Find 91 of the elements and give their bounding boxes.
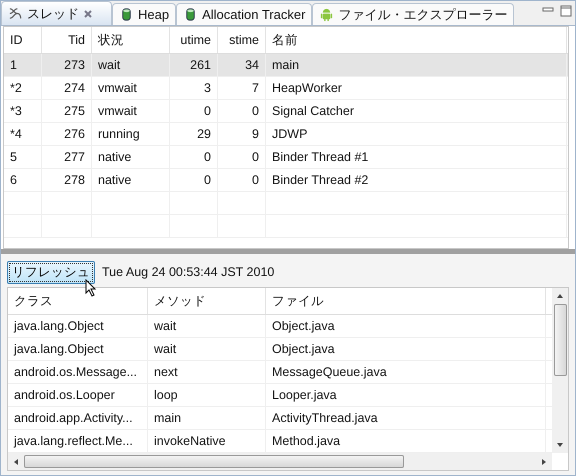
table-cell: 261	[190, 58, 211, 72]
table-cell: HeapWorker	[272, 81, 342, 95]
table-cell: 275	[64, 104, 85, 118]
table-cell: native	[98, 150, 132, 164]
table-cell: 0	[204, 104, 211, 118]
table-cell: main	[154, 411, 182, 425]
table-cell: Binder Thread #1	[272, 150, 368, 164]
column-header[interactable]: stime	[218, 27, 266, 53]
vertical-scrollbar[interactable]	[552, 288, 568, 453]
scroll-down-icon[interactable]	[556, 441, 564, 449]
table-cell: java.lang.Object	[14, 319, 104, 333]
table-cell: vmwait	[98, 104, 137, 118]
tab-label: Heap	[138, 7, 170, 22]
timestamp: Tue Aug 24 00:53:44 JST 2010	[102, 265, 274, 279]
maximize-icon[interactable]	[560, 5, 572, 17]
table-cell: 6	[10, 173, 17, 187]
table-cell: ActivityThread.java	[272, 411, 378, 425]
threads-icon	[8, 6, 23, 21]
table-cell: Binder Thread #2	[272, 173, 368, 187]
scroll-thumb[interactable]	[24, 455, 404, 468]
column-header[interactable]: クラス	[8, 288, 148, 314]
table-cell: wait	[154, 319, 176, 333]
table-cell: Method.java	[272, 434, 340, 448]
table-cell: wait	[154, 342, 176, 356]
table-cell: Looper.java	[272, 388, 337, 402]
scroll-up-icon[interactable]	[556, 292, 564, 300]
table-cell: 276	[64, 127, 85, 141]
column-header[interactable]: 名前	[266, 27, 567, 53]
tab[interactable]: ファイル・エクスプローラー	[312, 3, 514, 25]
scroll-left-icon[interactable]	[12, 458, 20, 466]
column-header[interactable]: ID	[4, 27, 42, 53]
refresh-button[interactable]: リフレッシュ	[7, 260, 95, 284]
scroll-thumb[interactable]	[554, 304, 566, 376]
table-cell: Object.java	[272, 319, 335, 333]
table-cell: wait	[98, 58, 120, 72]
table-cell: running	[98, 127, 140, 141]
table-cell: Signal Catcher	[272, 104, 354, 118]
table-cell: *4	[10, 127, 22, 141]
thread-row[interactable]: 6 278 native 0 0 Binder Thread #2	[4, 169, 568, 192]
table-cell: JDWP	[272, 127, 308, 141]
thread-row[interactable]: *2 274 vmwait 3 7 HeapWorker	[4, 77, 568, 100]
column-header[interactable]: メソッド	[148, 288, 266, 314]
table-cell: android.app.Activity...	[14, 411, 133, 425]
tab-label: Allocation Tracker	[202, 7, 306, 22]
table-cell: main	[272, 58, 300, 72]
table-cell: 277	[64, 150, 85, 164]
table-cell: next	[154, 365, 178, 379]
table-cell: java.lang.Object	[14, 342, 104, 356]
table-cell: 0	[204, 173, 211, 187]
table-cell: Object.java	[272, 342, 335, 356]
column-header[interactable]: Tid	[42, 27, 92, 53]
table-cell: 278	[64, 173, 85, 187]
table-cell: *3	[10, 104, 22, 118]
table-cell: 3	[204, 81, 211, 95]
column-header[interactable]: utime	[170, 27, 218, 53]
column-header[interactable]: ファイル	[266, 288, 546, 314]
table-cell: 274	[64, 81, 85, 95]
table-cell: 273	[64, 58, 85, 72]
thread-row[interactable]: 5 277 native 0 0 Binder Thread #1	[4, 146, 568, 169]
table-cell: android.os.Message...	[14, 365, 137, 379]
scroll-right-icon[interactable]	[540, 458, 548, 466]
table-cell: android.os.Looper	[14, 388, 115, 402]
thread-row[interactable]: *4 276 running 29 9 JDWP	[4, 123, 568, 146]
android-icon	[319, 7, 334, 22]
table-cell: 0	[252, 104, 259, 118]
thread-row[interactable]: *3 275 vmwait 0 0 Signal Catcher	[4, 100, 568, 123]
table-cell: 1	[10, 58, 17, 72]
column-header[interactable]: 状況	[92, 27, 170, 53]
table-cell: 0	[204, 150, 211, 164]
tab[interactable]: スレッド	[1, 1, 112, 25]
table-cell: native	[98, 173, 132, 187]
table-cell: 29	[197, 127, 211, 141]
horizontal-scrollbar[interactable]	[8, 453, 552, 470]
table-cell: 0	[252, 173, 259, 187]
table-cell: MessageQueue.java	[272, 365, 387, 379]
table-cell: 9	[252, 127, 259, 141]
table-cell: 7	[252, 81, 259, 95]
close-icon[interactable]	[83, 8, 93, 18]
table-cell: 5	[10, 150, 17, 164]
tab-label: ファイル・エクスプローラー	[338, 6, 508, 24]
table-cell: java.lang.reflect.Me...	[14, 434, 133, 448]
table-cell: vmwait	[98, 81, 137, 95]
table-cell: invokeNative	[154, 434, 226, 448]
table-cell: loop	[154, 388, 178, 402]
table-cell: 34	[245, 58, 259, 72]
tab[interactable]: Heap	[112, 3, 176, 25]
table-cell: *2	[10, 81, 22, 95]
tab-label: スレッド	[27, 4, 79, 22]
tab[interactable]: Allocation Tracker	[176, 3, 312, 25]
thread-row[interactable]: 1 273 wait 261 34 main	[4, 54, 568, 77]
table-cell: 0	[252, 150, 259, 164]
